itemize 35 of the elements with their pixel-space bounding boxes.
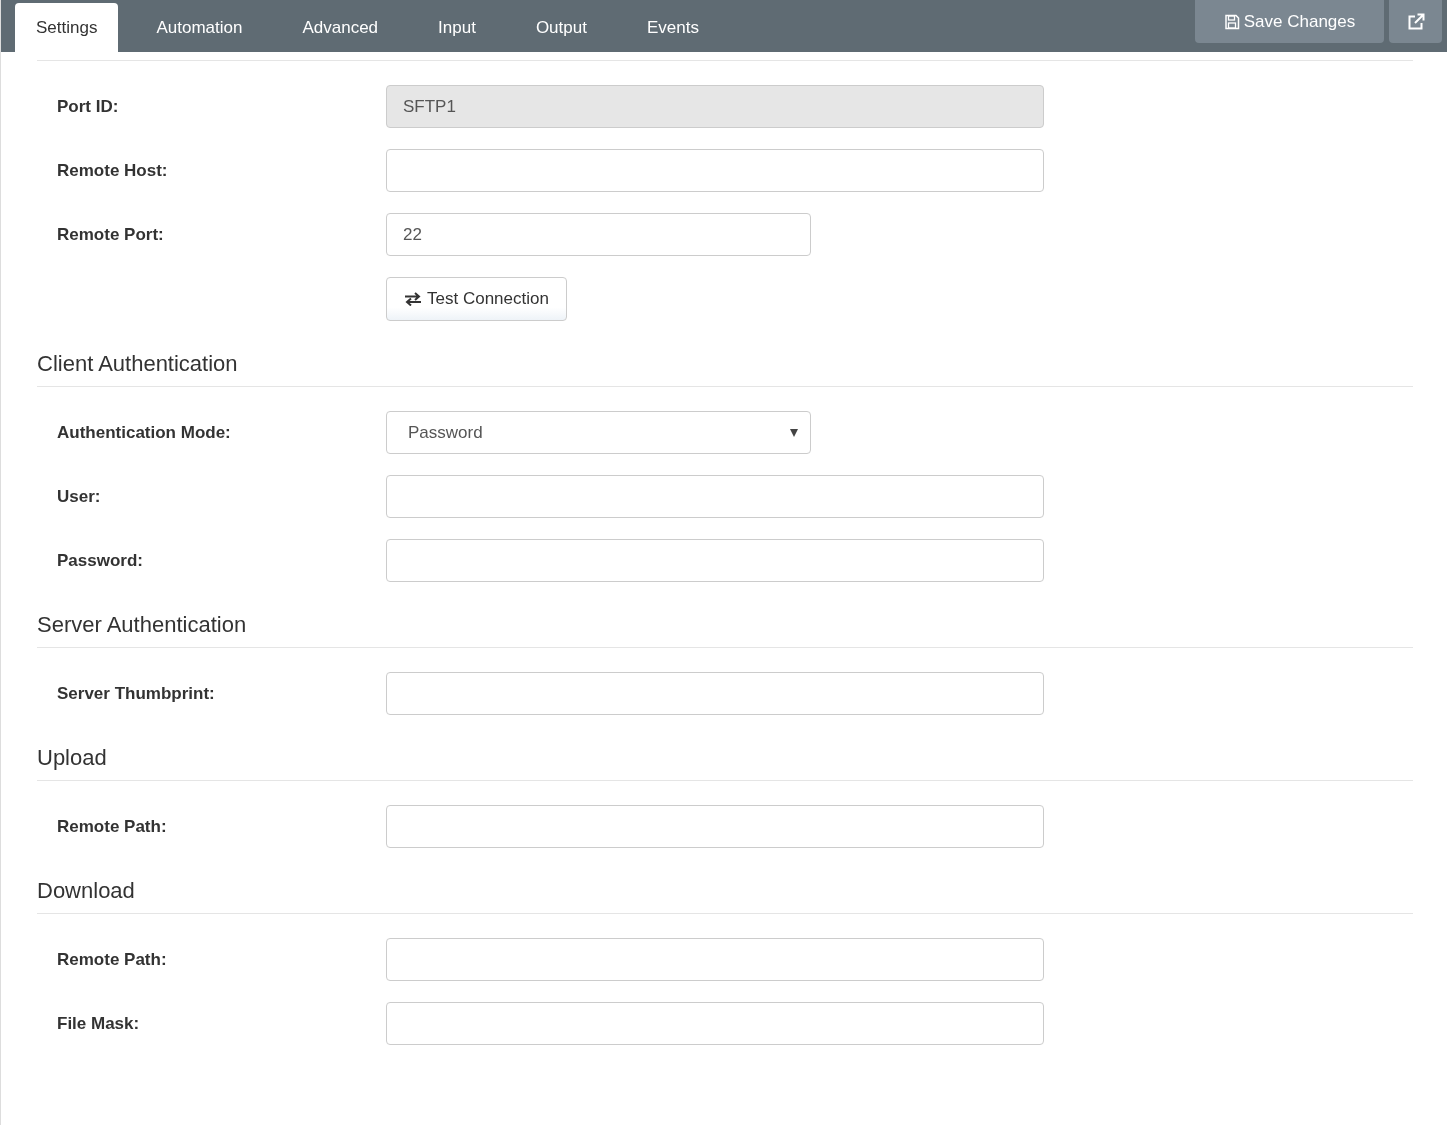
field-label: Server Thumbprint: (56, 683, 216, 704)
section-heading: Upload (37, 744, 108, 772)
external-link-icon (1406, 12, 1425, 31)
input-field[interactable]: 22 (386, 213, 811, 256)
input-field[interactable] (386, 539, 1044, 582)
field-label: Authentication Mode: (56, 422, 232, 443)
section-heading: Download (37, 877, 136, 905)
save-button[interactable]: Save Changes (1195, 0, 1384, 43)
caret-icon (790, 428, 798, 437)
select-dropdown[interactable]: Password (386, 411, 811, 454)
input-field[interactable] (386, 475, 1044, 518)
field-label: User: (56, 486, 102, 507)
input-field[interactable] (386, 1002, 1044, 1045)
field-label: Password: (56, 550, 144, 571)
section-heading: Server Authentication (37, 611, 248, 639)
tab[interactable]: Output (505, 3, 617, 52)
tab[interactable]: Settings (15, 3, 119, 52)
field-label: Remote Path: (56, 949, 168, 970)
tab[interactable]: Events (616, 3, 729, 52)
tab[interactable]: Input (408, 3, 506, 52)
input-field[interactable] (386, 805, 1044, 848)
input-field[interactable] (386, 149, 1044, 192)
field-label: Remote Host: (56, 160, 169, 181)
input-field[interactable] (386, 672, 1044, 715)
external-link-button[interactable] (1389, 0, 1442, 43)
field-label: File Mask: (56, 1013, 141, 1034)
test-connection-button[interactable]: Test Connection (386, 277, 567, 321)
field-label: Remote Path: (56, 816, 168, 837)
field-label: Port ID: (56, 96, 120, 117)
swap-arrows-icon (404, 292, 422, 306)
tab[interactable]: Automation (126, 3, 273, 52)
tab[interactable]: Advanced (272, 3, 409, 52)
section-heading: Client Authentication (37, 350, 239, 378)
field-label: Remote Port: (56, 224, 165, 245)
input-field[interactable] (386, 938, 1044, 981)
